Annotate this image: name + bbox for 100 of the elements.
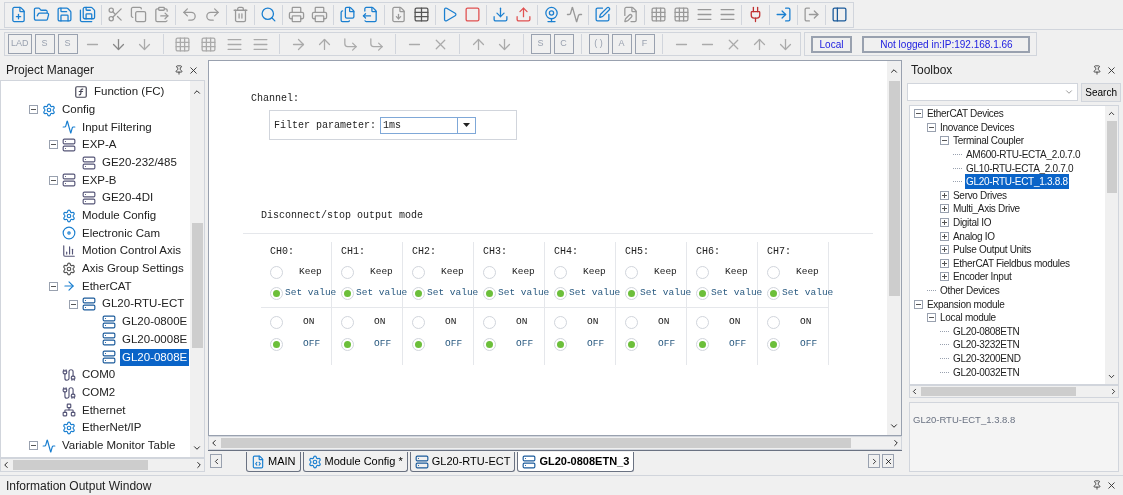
close-icon[interactable] bbox=[188, 64, 199, 76]
scroll-right-icon[interactable] bbox=[1109, 387, 1118, 396]
scroll-up-icon[interactable] bbox=[1107, 109, 1116, 118]
tree-item[interactable]: GL20-0808E bbox=[120, 348, 190, 366]
close-tab-button[interactable] bbox=[882, 454, 894, 468]
radio-label[interactable]: ON bbox=[303, 314, 315, 330]
document-tab[interactable]: GL20-0808ETN_3 bbox=[517, 452, 635, 472]
tree-item[interactable]: EtherCAT Devices bbox=[926, 106, 1005, 122]
tree-item[interactable]: EtherCAT Fieldbus modules bbox=[952, 255, 1071, 271]
tree-item[interactable]: Servo Drives bbox=[952, 187, 1008, 203]
tree-item[interactable]: COM0 bbox=[80, 366, 118, 384]
collapse-icon[interactable] bbox=[914, 299, 923, 309]
collapse-icon[interactable] bbox=[914, 109, 923, 119]
tree-item[interactable]: Analog IO bbox=[952, 228, 996, 244]
radio-label[interactable]: Keep bbox=[583, 265, 606, 280]
radio-label[interactable]: ON bbox=[729, 314, 741, 330]
tree-item[interactable]: Variable Monitor Table bbox=[60, 436, 178, 455]
radio-button[interactable] bbox=[767, 337, 780, 351]
radio-label[interactable]: Keep bbox=[654, 265, 677, 280]
radio-label[interactable]: ON bbox=[658, 314, 670, 330]
expand-icon[interactable] bbox=[940, 204, 949, 214]
radio-button[interactable] bbox=[554, 266, 567, 279]
tree-item[interactable]: GL20-0808ETN bbox=[952, 323, 1021, 339]
close-icon[interactable] bbox=[1106, 64, 1117, 76]
collapse-icon[interactable] bbox=[69, 299, 78, 309]
document-tab[interactable]: GL20-RTU-ECT bbox=[409, 452, 516, 472]
scroll-thumb[interactable] bbox=[221, 438, 851, 448]
tree-item[interactable]: Function (FC) bbox=[92, 83, 167, 101]
radio-button[interactable] bbox=[625, 337, 638, 351]
radio-label[interactable]: Keep bbox=[796, 265, 819, 280]
radio-label[interactable]: Keep bbox=[725, 265, 748, 280]
tree-item[interactable]: GL20-0800E bbox=[120, 313, 190, 331]
tree-item[interactable]: EXP-B bbox=[80, 171, 119, 189]
radio-label[interactable]: Keep bbox=[370, 265, 393, 280]
tree-item[interactable]: Multi_Axis Drive bbox=[952, 201, 1021, 217]
scroll-down-icon[interactable] bbox=[1107, 372, 1116, 381]
radio-button[interactable] bbox=[483, 266, 496, 279]
radio-button[interactable] bbox=[696, 266, 709, 279]
scrollbar[interactable] bbox=[190, 81, 204, 457]
tree-item[interactable]: GL20-RTU-ECT_1.3.8.8 bbox=[965, 174, 1069, 190]
scrollbar[interactable] bbox=[208, 436, 902, 450]
tree-item[interactable]: Module Config bbox=[80, 207, 159, 225]
radio-button[interactable] bbox=[341, 315, 354, 329]
radio-button[interactable] bbox=[270, 287, 283, 300]
radio-button[interactable] bbox=[625, 287, 638, 300]
radio-button[interactable] bbox=[767, 315, 780, 329]
expand-icon[interactable] bbox=[940, 231, 949, 241]
radio-button[interactable] bbox=[341, 266, 354, 279]
radio-button[interactable] bbox=[483, 287, 496, 300]
collapse-icon[interactable] bbox=[29, 105, 38, 115]
scrollbar[interactable] bbox=[909, 385, 1119, 398]
tree-item[interactable]: GE20-232/485 bbox=[100, 153, 179, 172]
radio-label[interactable]: Set value bbox=[640, 286, 692, 301]
collapse-icon[interactable] bbox=[927, 122, 936, 132]
radio-label[interactable]: OFF bbox=[729, 336, 747, 352]
collapse-icon[interactable] bbox=[29, 441, 38, 451]
radio-label[interactable]: Set value bbox=[285, 286, 337, 301]
radio-label[interactable]: OFF bbox=[587, 336, 605, 352]
filter-dropdown[interactable]: 1ms bbox=[380, 116, 477, 134]
expand-icon[interactable] bbox=[940, 258, 949, 268]
scroll-right-icon[interactable] bbox=[194, 460, 204, 470]
pin-icon[interactable] bbox=[1092, 480, 1102, 490]
pin-icon[interactable] bbox=[1092, 64, 1102, 75]
tree-item[interactable]: Digital IO bbox=[952, 215, 993, 231]
scroll-thumb[interactable] bbox=[921, 387, 1076, 396]
tab-scroll-left-button[interactable] bbox=[210, 454, 222, 468]
radio-button[interactable] bbox=[625, 315, 638, 329]
scrollbar[interactable] bbox=[1105, 106, 1118, 384]
tree-item[interactable]: Electronic Cam bbox=[80, 224, 162, 242]
radio-button[interactable] bbox=[696, 337, 709, 351]
radio-label[interactable]: OFF bbox=[303, 336, 321, 352]
radio-button[interactable] bbox=[554, 287, 567, 300]
tree-item[interactable]: AM600-RTU-ECTA_2.0.7.0 bbox=[965, 147, 1082, 163]
scroll-up-icon[interactable] bbox=[889, 66, 899, 76]
radio-button[interactable] bbox=[412, 337, 425, 351]
radio-label[interactable]: ON bbox=[374, 314, 386, 330]
radio-button[interactable] bbox=[270, 337, 283, 351]
scroll-left-icon[interactable] bbox=[1, 460, 11, 470]
radio-label[interactable]: Set value bbox=[711, 286, 763, 301]
collapse-icon[interactable] bbox=[927, 313, 936, 323]
radio-label[interactable]: OFF bbox=[445, 336, 463, 352]
scroll-thumb[interactable] bbox=[191, 223, 203, 348]
tree-item[interactable]: EtherCAT bbox=[80, 277, 134, 296]
radio-label[interactable]: ON bbox=[445, 314, 457, 330]
radio-label[interactable]: Keep bbox=[299, 265, 322, 280]
scroll-up-icon[interactable] bbox=[192, 87, 202, 97]
scroll-down-icon[interactable] bbox=[192, 443, 202, 453]
tree-item[interactable]: EtherNet/IP bbox=[80, 419, 144, 437]
tree-item[interactable]: Config bbox=[60, 100, 98, 119]
search-button[interactable]: Search bbox=[1081, 83, 1121, 102]
collapse-icon[interactable] bbox=[49, 175, 58, 185]
radio-button[interactable] bbox=[625, 266, 638, 279]
tree-item[interactable]: GL20-0008E bbox=[120, 330, 190, 349]
radio-button[interactable] bbox=[554, 337, 567, 351]
radio-button[interactable] bbox=[412, 287, 425, 300]
radio-label[interactable]: OFF bbox=[516, 336, 534, 352]
radio-label[interactable]: Keep bbox=[441, 265, 464, 280]
tree-item[interactable]: Encoder Input bbox=[952, 269, 1013, 285]
tree-item[interactable]: Other Devices bbox=[939, 283, 1001, 298]
scroll-thumb[interactable] bbox=[888, 81, 900, 296]
